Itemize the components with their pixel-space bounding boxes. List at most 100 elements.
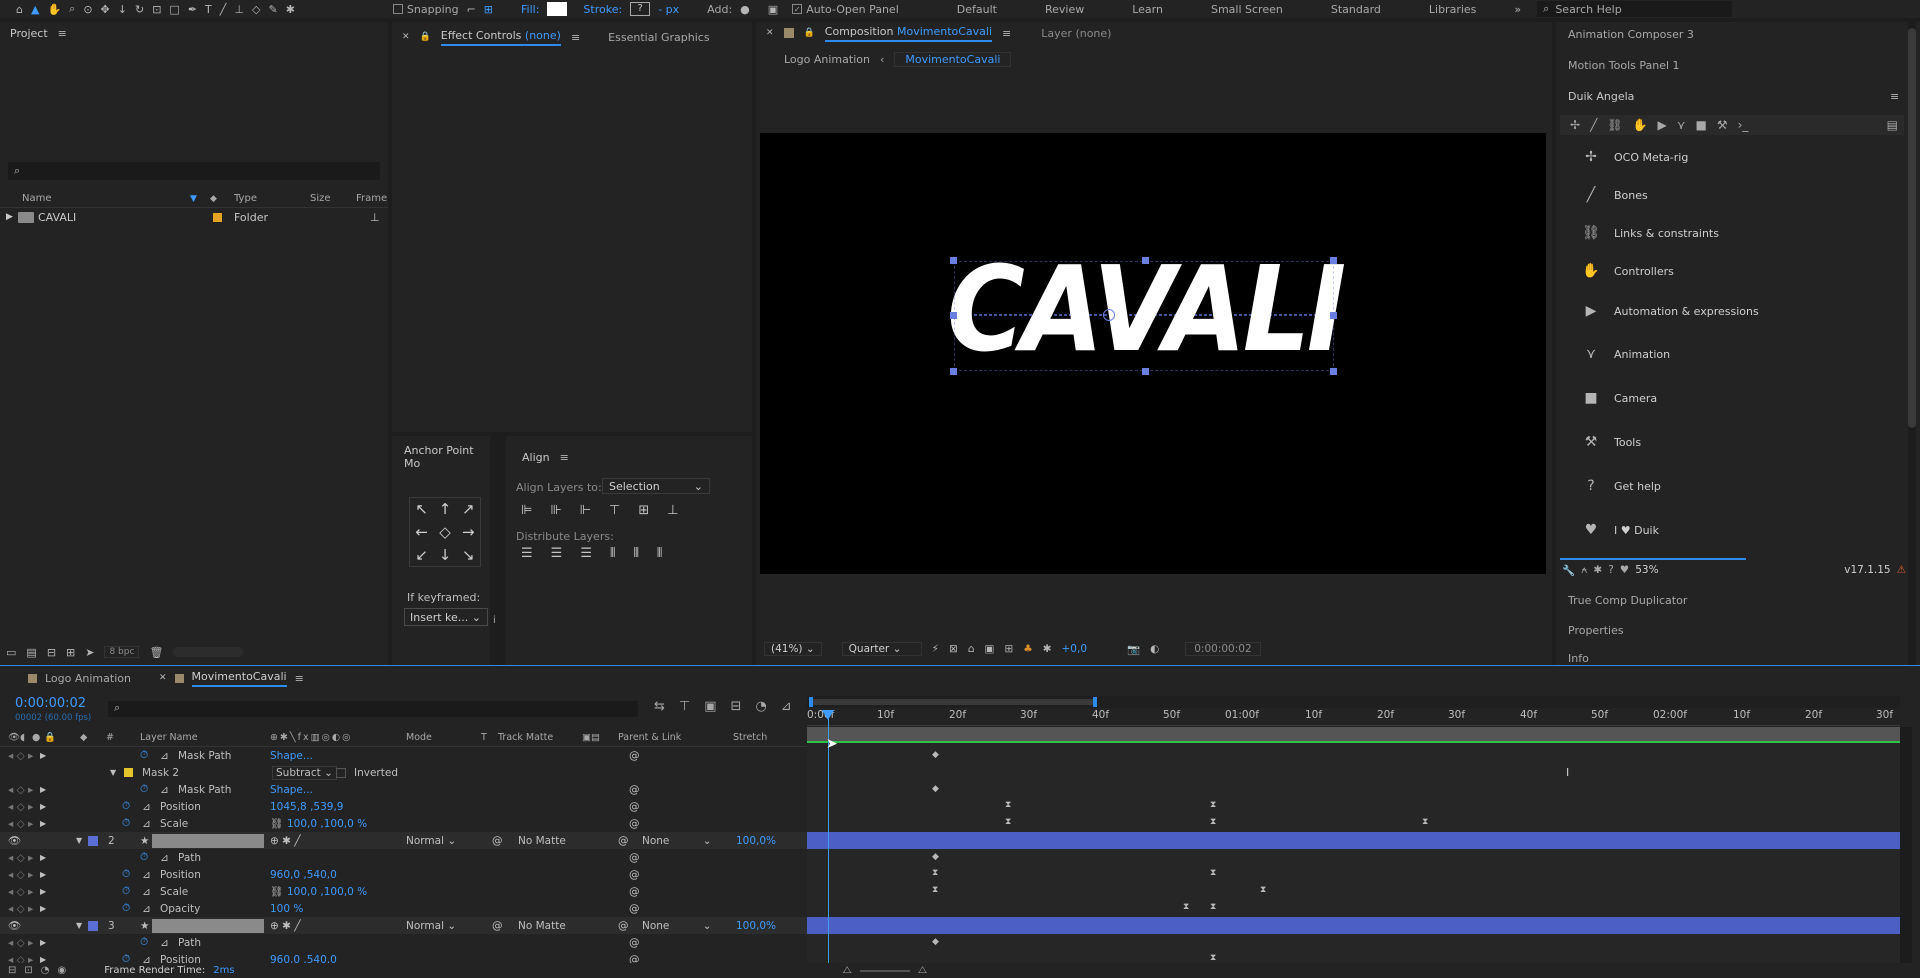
track-matte-select[interactable]: No Matte — [518, 920, 578, 932]
tab-layer[interactable]: Layer (none) — [1041, 27, 1111, 40]
graph-icon[interactable]: ⊿ — [142, 869, 151, 881]
expand-arrow-icon[interactable]: ▶ — [40, 938, 46, 947]
zoom-in-icon[interactable]: ⧍ — [918, 965, 927, 976]
graph-icon[interactable]: ⊿ — [142, 818, 151, 830]
bpc-button[interactable]: 8 bpc — [104, 646, 140, 658]
mask-row[interactable]: ▼ Mask 2 Subtract ⌄ Inverted — [0, 764, 807, 781]
expand-arrow-icon[interactable]: ▶ — [40, 751, 46, 760]
close-icon[interactable]: ✕ — [159, 673, 167, 683]
handle[interactable] — [1330, 312, 1337, 319]
camera-icon[interactable]: ■ — [1696, 118, 1707, 132]
duik-item-animation[interactable]: ⋎ Animation — [1556, 332, 1900, 376]
handle[interactable] — [1142, 257, 1149, 264]
workspace-review[interactable]: Review — [1045, 3, 1084, 16]
anchor-top-left-icon[interactable]: ↖ — [410, 498, 433, 521]
scroll-thumb[interactable] — [1908, 28, 1916, 428]
keyframe-nav-icon[interactable]: ◂ ◇ ▸ — [8, 801, 33, 813]
stroke-swatch[interactable]: ? — [630, 2, 651, 16]
timeline-scrollbar[interactable] — [1900, 727, 1912, 963]
toggle-modes-icon[interactable]: ⊡ — [24, 965, 32, 976]
duik-item-camera[interactable]: ■ Camera — [1556, 376, 1900, 420]
mask-name[interactable]: Mask 2 — [142, 767, 179, 779]
handle[interactable] — [1330, 257, 1337, 264]
anchor-bottom-right-icon[interactable]: ↘ — [457, 544, 480, 567]
keyframe-ease[interactable]: ⧗ — [1005, 817, 1011, 827]
a-icon[interactable]: ⍲ — [1581, 564, 1587, 577]
expand-arrow-icon[interactable]: ▼ — [76, 921, 82, 930]
keyframe-ease[interactable]: ⧗ — [1260, 885, 1266, 895]
layer-bar-2[interactable] — [807, 832, 1900, 849]
snap-options-icon[interactable]: ⊞ — [484, 3, 493, 16]
col-type[interactable]: Type — [234, 193, 257, 204]
tab-essential-graphics[interactable]: Essential Graphics — [608, 31, 709, 44]
expand-arrow-icon[interactable]: ▶ — [6, 212, 13, 222]
handle[interactable] — [950, 257, 957, 264]
panel-menu-icon[interactable]: ≡ — [295, 672, 304, 685]
expand-arrow-icon[interactable]: ▶ — [40, 904, 46, 913]
stopwatch-icon[interactable]: ⏱ — [122, 800, 130, 813]
col-frame[interactable]: Frame — [356, 193, 387, 204]
type-tool-icon[interactable]: T — [205, 3, 212, 16]
keyframe-nav-icon[interactable]: ◂ ◇ ▸ — [8, 818, 33, 830]
expand-arrow-icon[interactable]: ▶ — [40, 819, 46, 828]
eraser-tool-icon[interactable]: ◇ — [252, 3, 260, 16]
panel-menu-icon[interactable]: ≡ — [58, 27, 67, 40]
breadcrumb-movimento-cavali[interactable]: MovimentoCavali — [894, 51, 1012, 67]
layer-property-row[interactable]: ◂ ◇ ▸ ▶ ⏱ ⊿ Path @ — [0, 934, 807, 951]
stroke-width[interactable]: - px — [658, 3, 679, 16]
panel-properties[interactable]: Properties — [1568, 624, 1624, 637]
stopwatch-icon[interactable]: ⏱ — [140, 851, 148, 864]
keyframe-diamond[interactable]: ◆ — [932, 750, 939, 760]
workspace-libraries[interactable]: Libraries — [1429, 3, 1477, 16]
exposure-value[interactable]: +0,0 — [1062, 643, 1088, 655]
anchor-center-icon[interactable]: ◇ — [433, 521, 456, 544]
interpret-footage-icon[interactable]: ▭ — [6, 646, 16, 659]
col-name[interactable]: Name — [22, 193, 52, 204]
pickwhip-icon[interactable]: @ — [629, 937, 640, 949]
thumbnail-slider[interactable] — [173, 647, 244, 657]
keyframe-ease[interactable]: ⧗ — [932, 868, 938, 878]
exposure-reset-icon[interactable]: ✱ — [1043, 643, 1052, 655]
pickwhip-icon[interactable]: @ — [629, 750, 640, 762]
pickwhip-icon[interactable]: @ — [629, 886, 640, 898]
grid-guides-icon[interactable]: ⊞ — [1004, 643, 1013, 655]
label-icon[interactable]: ◆ — [80, 732, 87, 743]
property-value[interactable]: 100,0 ,100,0 % — [287, 886, 367, 898]
panel-menu-icon[interactable]: ≡ — [571, 31, 580, 44]
comp-timecode[interactable]: 0:00:00:02 — [1185, 642, 1261, 656]
layer-property-row[interactable]: ◂ ◇ ▸ ▶ ⏱ ⊿ Mask Path Shape... @ — [0, 781, 807, 798]
workspace-small-screen[interactable]: Small Screen — [1211, 3, 1283, 16]
layer-property-row[interactable]: ◂ ◇ ▸ ▶ ⏱ ⊿ Opacity 100 % @ — [0, 900, 807, 917]
snapping-checkbox[interactable] — [392, 4, 403, 14]
work-area-start-handle[interactable] — [809, 697, 813, 707]
trash-icon[interactable]: 🗑 — [149, 646, 163, 659]
anchor-right-icon[interactable]: → — [457, 521, 480, 544]
align-left-icon[interactable]: ⊫ — [521, 503, 532, 518]
expand-arrow-icon[interactable]: ▶ — [40, 853, 46, 862]
layer-property-row[interactable]: ◂ ◇ ▸ ▶ ⏱ ⊿ Path @ — [0, 849, 807, 866]
duik-item-links[interactable]: ⛓ Links & constraints — [1556, 214, 1900, 252]
lock-icon[interactable]: 🔒 — [44, 732, 56, 743]
document-icon[interactable]: ▤ — [1887, 118, 1898, 132]
transparency-grid-icon[interactable]: ⊠ — [949, 643, 958, 655]
layer-color-swatch[interactable] — [88, 920, 98, 931]
toggle-switches-icon[interactable]: ⊟ — [8, 965, 16, 976]
blend-mode-select[interactable]: Normal ⌄ — [406, 835, 472, 847]
duik-item-meta-rig[interactable]: ✢ OCO Meta-rig — [1556, 138, 1900, 176]
keyframe-diamond[interactable]: ◆ — [932, 852, 939, 862]
col-mode[interactable]: Mode — [406, 732, 432, 743]
distribute-left-icon[interactable]: ⫴ — [610, 546, 615, 561]
parent-select[interactable]: None ⌄ — [642, 920, 722, 932]
keyframe-nav-icon[interactable]: ◂ ◇ ▸ — [8, 852, 33, 864]
expand-arrow-icon[interactable]: ▶ — [40, 785, 46, 794]
selection-tool-icon[interactable]: ▲ — [31, 3, 39, 16]
pickwhip-icon[interactable]: @ — [629, 869, 640, 881]
anchor-left-icon[interactable]: ← — [410, 521, 433, 544]
expand-arrow-icon[interactable]: ▼ — [76, 836, 82, 845]
pickwhip-icon[interactable]: @ — [629, 784, 640, 796]
anchor-top-right-icon[interactable]: ↗ — [457, 498, 480, 521]
layer-name-field[interactable] — [152, 833, 264, 848]
puppet-tool-icon[interactable]: ✱ — [286, 3, 295, 16]
info-icon[interactable]: i — [493, 615, 496, 626]
keyframe-nav-icon[interactable]: ◂ ◇ ▸ — [8, 886, 33, 898]
